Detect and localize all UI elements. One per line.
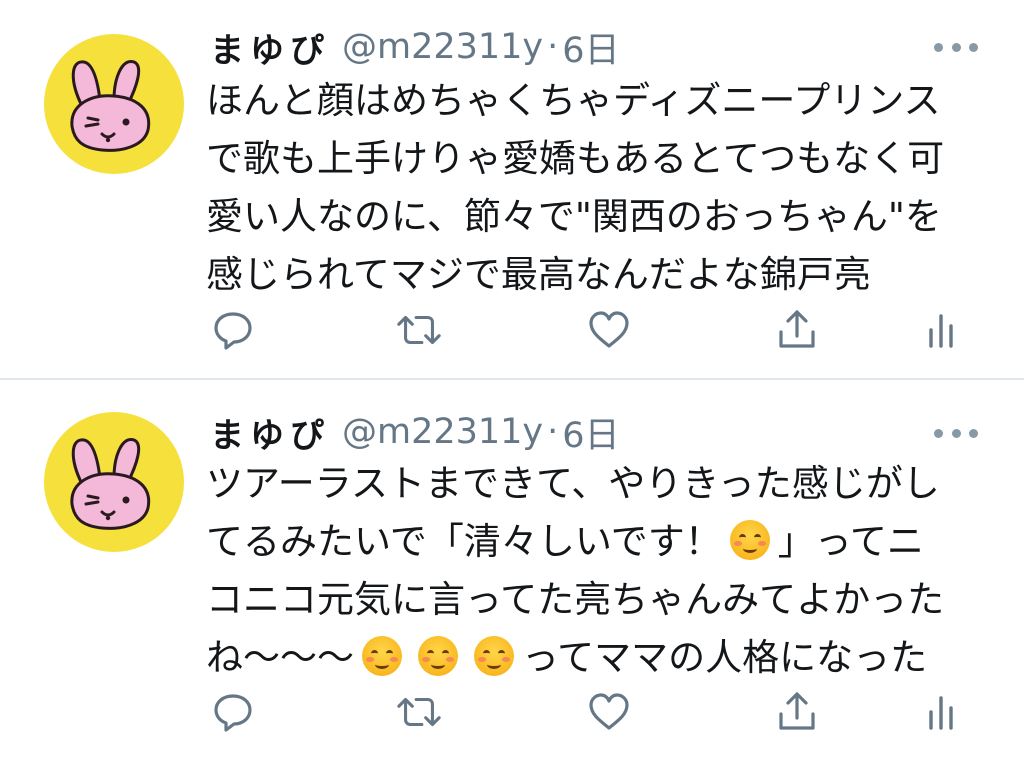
like-button[interactable] — [585, 306, 633, 354]
action-bar — [205, 688, 985, 736]
reply-icon — [214, 312, 252, 350]
analytics-button[interactable] — [917, 306, 965, 354]
timestamp[interactable]: 6日 — [562, 407, 619, 458]
tweet-text-segment: 」ってニ — [777, 520, 924, 563]
like-button[interactable] — [585, 688, 633, 736]
analytics-button[interactable] — [917, 688, 965, 736]
retweet-icon — [397, 315, 441, 345]
dot-icon — [969, 428, 978, 438]
handle[interactable]: @m22311y — [342, 412, 543, 452]
share-button[interactable] — [773, 306, 821, 354]
tweet-text-segment: てるみたいで「清々しいです！ — [206, 520, 722, 563]
smiling-face-emoji — [418, 636, 458, 676]
display-name[interactable]: まゆぴ — [210, 408, 330, 457]
tweet-text-line: てるみたいで「清々しいです！ 」ってニ — [206, 513, 996, 571]
handle[interactable]: @m22311y — [342, 27, 543, 67]
retweet-icon — [397, 697, 441, 727]
separator-dot: · — [547, 27, 559, 67]
tweet-text-line: で歌も上手けりゃ愛嬌もあるとてつもなく可 — [206, 137, 945, 180]
dot-icon — [969, 42, 978, 52]
separator-dot: · — [547, 412, 559, 452]
tweet-text: ツアーラストまできて、やりきった感じがし てるみたいで「清々しいです！ 」ってニ … — [206, 455, 996, 687]
dot-icon — [951, 428, 961, 438]
reply-button[interactable] — [209, 306, 257, 354]
share-icon — [779, 692, 815, 730]
tweet[interactable]: まゆぴ @m22311y · 6日 ツアーラストまできて、やりきった感じがし て… — [0, 380, 1024, 765]
reply-button[interactable] — [209, 688, 257, 736]
tweet-text-line: ほんと顔はめちゃくちゃディズニープリンス — [206, 79, 941, 122]
avatar[interactable] — [44, 34, 184, 174]
tweet-text-segment: ってママの人格になった — [522, 636, 928, 679]
bunny-avatar-illustration — [70, 438, 151, 530]
tweet-header: まゆぴ @m22311y · 6日 — [210, 407, 620, 457]
tweet-text: ほんと顔はめちゃくちゃディズニープリンス で歌も上手けりゃ愛嬌もあるとてつもなく… — [206, 72, 996, 304]
action-bar — [205, 306, 985, 354]
tweet-text-line: ツアーラストまできて、やりきった感じがし — [206, 462, 940, 505]
tweet-text-line: 感じられてマジで最高なんだよな錦戸亮 — [206, 253, 871, 296]
tweet-header: まゆぴ @m22311y · 6日 — [210, 22, 620, 72]
dot-icon — [934, 42, 943, 52]
smiling-face-emoji — [729, 520, 770, 560]
tweet-text-segment: ね〜〜〜 — [206, 636, 354, 679]
more-options-icon[interactable] — [934, 426, 978, 440]
retweet-button[interactable] — [395, 306, 443, 354]
heart-icon — [589, 693, 629, 730]
dot-icon — [951, 42, 961, 52]
avatar[interactable] — [44, 412, 184, 552]
smiling-face-emoji — [474, 636, 514, 676]
analytics-icon — [929, 696, 953, 730]
heart-icon — [589, 311, 629, 348]
tweet-text-line: コニコ元気に言ってた亮ちゃんみてよかった — [206, 578, 945, 621]
dot-icon — [934, 428, 943, 438]
bunny-avatar-illustration — [70, 60, 151, 152]
share-button[interactable] — [773, 688, 821, 736]
tweet-text-line: 愛い人なのに、節々で"関西のおっちゃん"を — [206, 195, 942, 238]
more-options-icon[interactable] — [934, 40, 978, 54]
retweet-button[interactable] — [395, 688, 443, 736]
reply-icon — [214, 694, 252, 732]
smiling-face-emoji — [362, 636, 402, 676]
tweet-text-line: ね〜〜〜 ってママの人格になった — [206, 629, 996, 687]
timestamp[interactable]: 6日 — [562, 22, 619, 73]
analytics-icon — [929, 314, 953, 348]
share-icon — [779, 310, 815, 348]
tweet[interactable]: まゆぴ @m22311y · 6日 ほんと顔はめちゃくちゃディズニープリンス で… — [0, 0, 1024, 378]
display-name[interactable]: まゆぴ — [210, 23, 330, 72]
